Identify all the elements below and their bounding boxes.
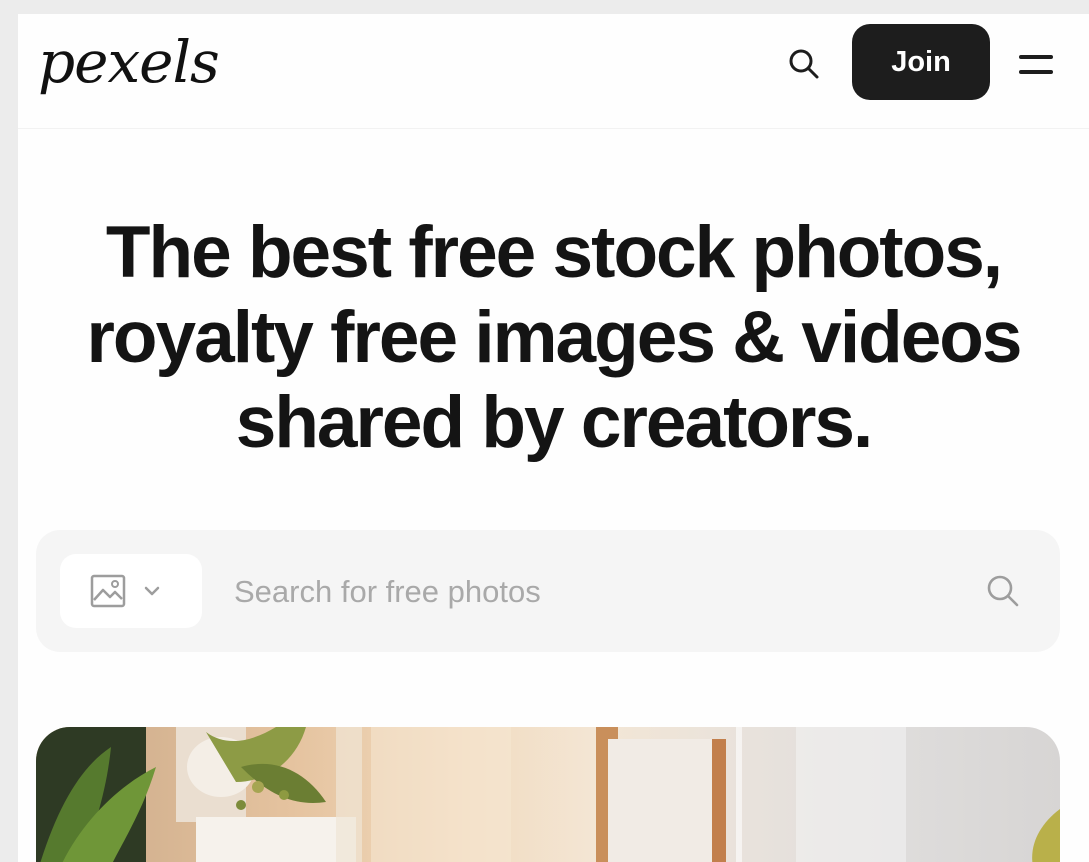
search-input[interactable]: [232, 560, 936, 624]
pexels-page: pexels Join The best free stock photos, …: [18, 14, 1089, 862]
hero-heading-line-3: shared by creators.: [235, 382, 874, 463]
hero-heading-line-2: royalty free images & videos: [86, 297, 1023, 378]
featured-photo-image: [36, 727, 1060, 862]
featured-photo[interactable]: [36, 727, 1060, 862]
join-button[interactable]: Join: [852, 24, 990, 100]
menu-button[interactable]: [1014, 44, 1058, 84]
header-search-button[interactable]: [782, 42, 826, 86]
chevron-down-icon: [144, 586, 160, 596]
search-icon: [987, 575, 1019, 607]
hero-heading-line-1: The best free stock photos,: [105, 212, 1003, 293]
search-icon: [789, 49, 819, 79]
search-submit-button[interactable]: [980, 568, 1026, 614]
menu-icon-line-bottom: [1019, 69, 1053, 74]
hero-heading: The best free stock photos, royalty free…: [18, 210, 1089, 465]
media-type-dropdown[interactable]: [60, 554, 202, 628]
menu-icon-line-top: [1019, 54, 1053, 59]
main-search-bar: [36, 530, 1060, 652]
top-navigation: pexels Join: [18, 14, 1089, 129]
image-icon: [90, 574, 126, 608]
pexels-logo[interactable]: pexels: [38, 22, 220, 102]
